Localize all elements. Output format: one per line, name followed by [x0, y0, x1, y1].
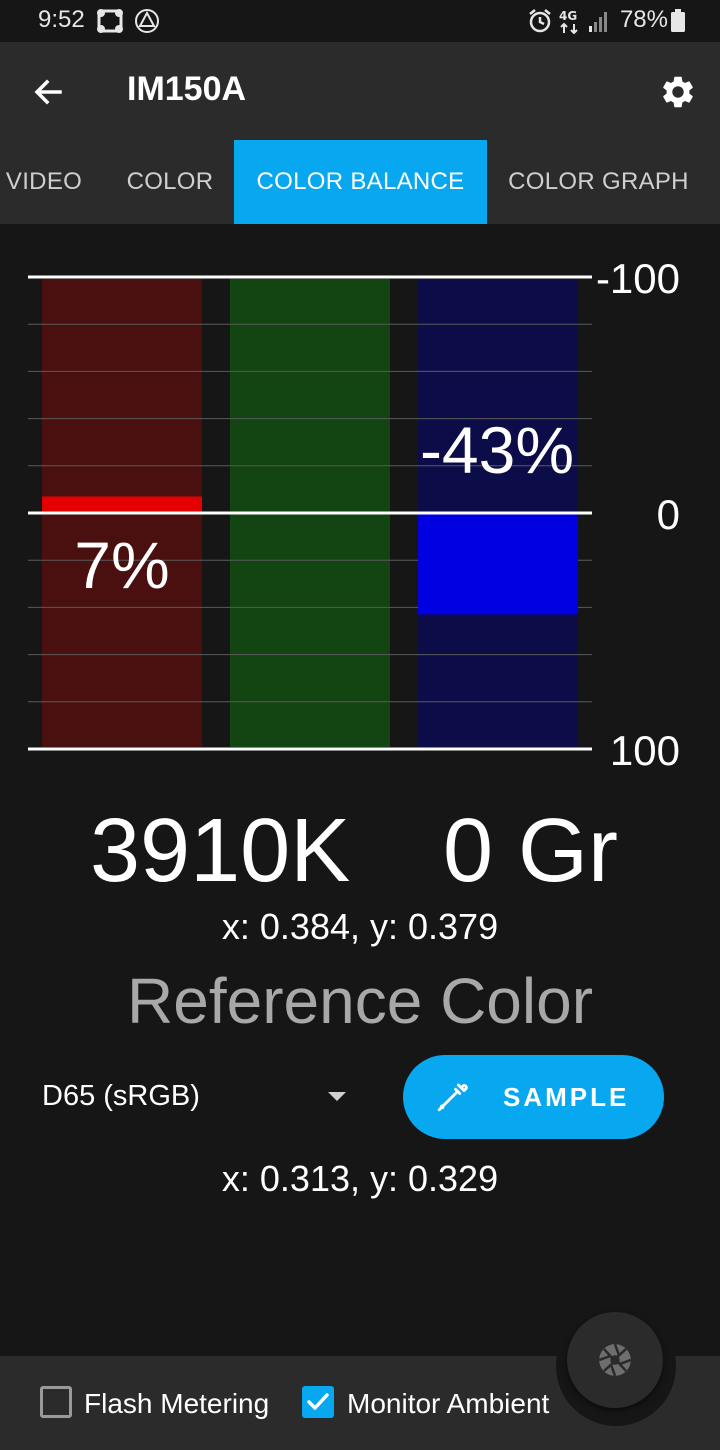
tick-label: 0 [657, 491, 680, 538]
tab-color-balance[interactable]: COLOR BALANCE [234, 140, 487, 224]
app-title: IM150A [127, 70, 247, 108]
gear-icon [663, 76, 693, 108]
tab-bar: VIDEO COLOR COLOR BALANCE COLOR GRAPH [0, 140, 720, 224]
arrow-left-icon [34, 79, 62, 105]
cct-readout: 3910K [90, 801, 351, 901]
reference-xy: x: 0.313, y: 0.329 [221, 1158, 499, 1199]
sample-button[interactable]: SAMPLE [403, 1055, 664, 1139]
flash-metering-label: Flash Metering [84, 1388, 270, 1419]
app-bar: IM150A [0, 42, 720, 140]
network-4g-icon: 4G [559, 9, 578, 34]
triangle-circle-icon [135, 9, 159, 33]
back-button[interactable] [26, 70, 70, 114]
bar-red [42, 496, 202, 513]
monitor-ambient-checkbox[interactable] [302, 1386, 334, 1418]
tab-video[interactable]: VIDEO [0, 140, 88, 224]
caret-down-icon [328, 1092, 346, 1101]
tint-readout: 0 Gr [442, 801, 618, 901]
color-balance-chart-svg: -100 0 100 7% -43% [28, 255, 680, 774]
battery-icon [671, 9, 685, 32]
app-notification-icon [97, 9, 123, 33]
network-label: 4G [559, 9, 577, 23]
eyedropper-icon [437, 1083, 468, 1112]
sample-button-label: SAMPLE [503, 1082, 630, 1112]
settings-button[interactable] [656, 70, 700, 114]
reference-color-selected: D65 (sRGB) [42, 1080, 200, 1112]
battery-percent: 78% [619, 6, 668, 33]
signal-icon [589, 12, 607, 32]
color-balance-chart: -100 0 100 7% -43% [0, 224, 720, 784]
tick-label: -100 [596, 255, 680, 302]
reference-color-dropdown[interactable]: D65 (sRGB) [28, 1070, 360, 1126]
tab-color-graph[interactable]: COLOR GRAPH [487, 140, 710, 224]
measured-xy: x: 0.384, y: 0.379 [221, 906, 499, 947]
status-time: 9:52 [38, 6, 85, 33]
data-label-blue: -43% [420, 413, 574, 487]
data-label-red: 7% [74, 528, 169, 602]
monitor-ambient-label: Monitor Ambient [347, 1388, 550, 1419]
shutter-icon [598, 1343, 632, 1377]
checkmark-icon [307, 1393, 329, 1410]
measure-button[interactable] [567, 1312, 663, 1408]
flash-metering-checkbox[interactable] [40, 1386, 72, 1418]
bar-blue [418, 513, 578, 615]
status-bar: 9:52 4G 78% [0, 0, 720, 42]
tab-color[interactable]: COLOR [106, 140, 234, 224]
tick-label: 100 [610, 727, 680, 774]
alarm-icon [529, 9, 551, 33]
reference-color-title: Reference Color [127, 965, 593, 1037]
